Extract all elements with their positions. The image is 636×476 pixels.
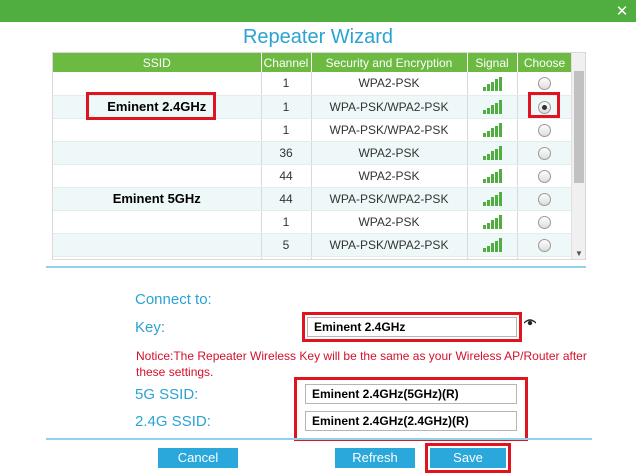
connect-to-label: Connect to: xyxy=(135,291,212,308)
cell-security: WPA-PSK/WPA2-PSK xyxy=(311,95,468,119)
signal-strength-icon xyxy=(482,122,502,137)
network-table: SSID Channel Security and Encryption Sig… xyxy=(53,53,573,259)
cell-channel: 44 xyxy=(261,164,312,188)
ssid-5g-input[interactable]: Eminent 2.4GHz(5GHz)(R) xyxy=(305,384,517,404)
cell-signal xyxy=(467,233,518,257)
cell-security: WPA-PSK/WPA2-PSK xyxy=(311,118,468,142)
cell-ssid xyxy=(53,233,262,257)
cell-signal xyxy=(467,72,518,96)
choose-radio[interactable] xyxy=(538,146,551,160)
cell-ssid: Eminent 5GHz xyxy=(53,187,262,211)
choose-radio[interactable] xyxy=(538,238,551,252)
cell-channel xyxy=(261,256,312,259)
signal-strength-icon xyxy=(482,76,502,91)
table-row[interactable]: 44 WPA2-PSK xyxy=(53,164,573,188)
table-row[interactable] xyxy=(53,256,573,259)
cell-choose xyxy=(517,141,573,165)
cell-signal xyxy=(467,187,518,211)
cell-channel: 1 xyxy=(261,72,312,96)
choose-radio[interactable] xyxy=(538,77,551,91)
cell-security: WPA-PSK/WPA2-PSK xyxy=(311,187,468,211)
header-choose: Choose xyxy=(517,53,573,72)
cell-security: WPA2-PSK xyxy=(311,72,468,96)
cell-ssid xyxy=(53,164,262,188)
cell-channel: 1 xyxy=(261,95,312,119)
cell-choose xyxy=(517,210,573,234)
cell-security: WPA-PSK/WPA2-PSK xyxy=(311,233,468,257)
highlight-ssid-24 xyxy=(86,92,216,120)
scroll-down-arrow-icon[interactable]: ▼ xyxy=(574,249,584,258)
cell-signal xyxy=(467,164,518,188)
table-row[interactable]: 1 WPA2-PSK xyxy=(53,210,573,234)
cell-signal xyxy=(467,95,518,119)
divider-top xyxy=(46,266,586,268)
ssid-5g-label: 5G SSID: xyxy=(135,386,199,403)
cell-signal xyxy=(467,210,518,234)
divider-bottom xyxy=(46,438,592,440)
choose-radio[interactable] xyxy=(538,215,551,229)
signal-strength-icon xyxy=(482,168,502,183)
save-button[interactable]: Save xyxy=(430,448,506,468)
signal-strength-icon xyxy=(482,214,502,229)
cell-choose xyxy=(517,118,573,142)
choose-radio[interactable] xyxy=(538,169,551,183)
ssid-24g-input[interactable]: Eminent 2.4GHz(2.4GHz)(R) xyxy=(305,411,517,431)
table-row[interactable]: 36 WPA2-PSK xyxy=(53,141,573,165)
cell-security: WPA2-PSK xyxy=(311,164,468,188)
cell-channel: 1 xyxy=(261,118,312,142)
choose-radio[interactable] xyxy=(538,192,551,206)
cell-choose xyxy=(517,256,573,259)
header-security: Security and Encryption xyxy=(311,53,468,72)
cell-signal xyxy=(467,256,518,259)
cell-channel: 36 xyxy=(261,141,312,165)
network-list: SSID Channel Security and Encryption Sig… xyxy=(52,52,586,260)
title-bar: ✕ xyxy=(0,0,636,22)
cell-channel: 1 xyxy=(261,210,312,234)
signal-strength-icon xyxy=(482,237,502,252)
ssid-24g-label: 2.4G SSID: xyxy=(135,413,211,430)
scroll-thumb[interactable] xyxy=(574,71,584,183)
cell-ssid xyxy=(53,118,262,142)
cell-signal xyxy=(467,118,518,142)
highlight-radio xyxy=(528,92,560,118)
cancel-button[interactable]: Cancel xyxy=(158,448,238,468)
header-ssid: SSID xyxy=(53,53,262,72)
eye-icon[interactable] xyxy=(524,318,536,326)
cell-channel: 5 xyxy=(261,233,312,257)
cell-choose xyxy=(517,187,573,211)
table-scrollbar[interactable]: ▼ xyxy=(571,53,585,259)
header-signal: Signal xyxy=(467,53,518,72)
cell-ssid xyxy=(53,256,262,259)
table-row[interactable]: 1 WPA-PSK/WPA2-PSK xyxy=(53,118,573,142)
signal-strength-icon xyxy=(482,191,502,206)
table-row[interactable]: 5 WPA-PSK/WPA2-PSK xyxy=(53,233,573,257)
cell-choose xyxy=(517,233,573,257)
cell-security: WPA2-PSK xyxy=(311,141,468,165)
cell-security xyxy=(311,256,468,259)
key-input[interactable]: Eminent 2.4GHz xyxy=(307,317,517,337)
cell-ssid xyxy=(53,141,262,165)
notice-text: Notice:The Repeater Wireless Key will be… xyxy=(136,349,587,379)
signal-strength-icon xyxy=(482,99,502,114)
signal-strength-icon xyxy=(482,145,502,160)
cell-ssid xyxy=(53,210,262,234)
header-channel: Channel xyxy=(261,53,312,72)
key-label: Key: xyxy=(135,319,166,336)
choose-radio[interactable] xyxy=(538,123,551,137)
cell-security: WPA2-PSK xyxy=(311,210,468,234)
close-icon[interactable]: ✕ xyxy=(614,3,630,19)
ssid-text: Eminent 5GHz xyxy=(112,191,201,206)
wizard-title: Repeater Wizard xyxy=(242,26,394,48)
refresh-button[interactable]: Refresh xyxy=(335,448,415,468)
table-row[interactable]: Eminent 5GHz 44 WPA-PSK/WPA2-PSK xyxy=(53,187,573,211)
cell-channel: 44 xyxy=(261,187,312,211)
cell-signal xyxy=(467,141,518,165)
cell-choose xyxy=(517,164,573,188)
